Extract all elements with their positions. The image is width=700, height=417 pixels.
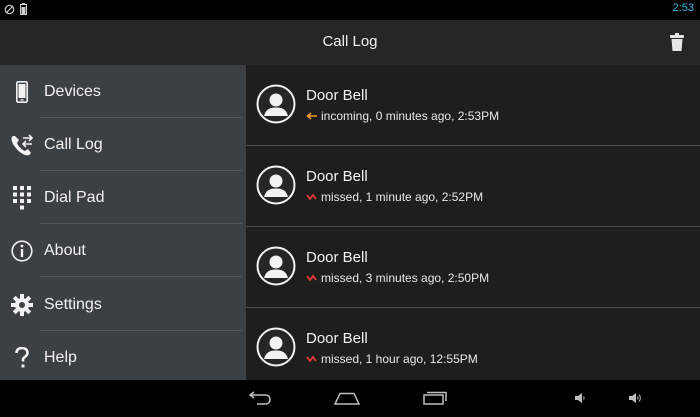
status-clock: 2:53: [672, 2, 694, 14]
drawer-item-label: Devices: [44, 82, 101, 100]
sync-icon: [4, 4, 15, 14]
gear-icon: [11, 293, 33, 316]
battery-icon: [20, 3, 27, 15]
call-log-row[interactable]: Door Bell missed, 1 minute ago, 2:52PM: [246, 146, 700, 227]
missed-call-icon: [306, 355, 317, 363]
back-button[interactable]: [244, 386, 276, 410]
drawer-item-devices[interactable]: Devices: [0, 65, 246, 118]
drawer-item-label: About: [44, 241, 86, 259]
recents-button[interactable]: [421, 386, 449, 410]
missed-call-icon: [306, 274, 317, 282]
call-detail-text: missed, 1 minute ago, 2:52PM: [321, 190, 484, 204]
drawer-item-about[interactable]: About: [0, 224, 246, 277]
status-icons: [4, 3, 27, 15]
trash-icon[interactable]: [670, 33, 684, 51]
caller-name: Door Bell: [306, 330, 368, 347]
volume-up-button[interactable]: [626, 386, 644, 410]
call-detail: missed, 1 minute ago, 2:52PM: [306, 190, 483, 204]
divider: [40, 276, 242, 277]
volume-down-icon: [575, 393, 585, 403]
call-log-row[interactable]: Door Bell missed, 1 hour ago, 12:55PM: [246, 308, 700, 380]
call-detail-text: incoming, 0 minutes ago, 2:53PM: [321, 109, 500, 123]
drawer-item-settings[interactable]: Settings: [0, 278, 246, 331]
missed-call-icon: [306, 193, 317, 201]
home-icon: [334, 392, 360, 405]
system-nav-bar: [0, 380, 700, 417]
drawer-item-label: Dial Pad: [44, 188, 105, 206]
drawer-item-label: Call Log: [44, 135, 103, 153]
avatar-icon: [256, 165, 296, 205]
call-detail: missed, 1 hour ago, 12:55PM: [306, 352, 478, 366]
avatar-icon: [256, 327, 296, 367]
caller-name: Door Bell: [306, 168, 368, 185]
question-icon: [15, 346, 29, 367]
home-button[interactable]: [332, 386, 362, 410]
action-bar: Call Log: [0, 20, 700, 65]
avatar-icon: [256, 246, 296, 286]
caller-name: Door Bell: [306, 249, 368, 266]
call-log-row[interactable]: Door Bell missed, 3 minutes ago, 2:50PM: [246, 227, 700, 308]
drawer-item-help[interactable]: Help: [0, 331, 246, 384]
info-icon: [11, 239, 33, 262]
call-detail: missed, 3 minutes ago, 2:50PM: [306, 271, 489, 285]
dial-pad-icon: [13, 185, 31, 209]
call-log-row[interactable]: Door Bell incoming, 0 minutes ago, 2:53P…: [246, 65, 700, 146]
drawer-item-label: Settings: [44, 295, 102, 313]
drawer-item-label: Help: [44, 348, 77, 366]
volume-down-button[interactable]: [572, 386, 588, 410]
call-log-icon: [11, 133, 34, 155]
recents-icon: [423, 391, 447, 405]
drawer-item-dial-pad[interactable]: Dial Pad: [0, 171, 246, 224]
page-title: Call Log: [322, 33, 378, 50]
call-detail: incoming, 0 minutes ago, 2:53PM: [306, 109, 499, 123]
call-log-list: Door Bell incoming, 0 minutes ago, 2:53P…: [246, 65, 700, 380]
navigation-drawer: Devices Call Log Dial Pad About Settings…: [0, 65, 246, 380]
call-detail-text: missed, 3 minutes ago, 2:50PM: [321, 271, 490, 285]
caller-name: Door Bell: [306, 87, 368, 104]
phone-device-icon: [16, 80, 28, 103]
status-bar: 2:53: [0, 0, 700, 20]
drawer-item-call-log[interactable]: Call Log: [0, 118, 246, 171]
avatar-icon: [256, 84, 296, 124]
incoming-arrow-icon: [306, 112, 317, 120]
back-icon: [248, 391, 271, 405]
call-detail-text: missed, 1 hour ago, 12:55PM: [321, 352, 478, 366]
volume-up-icon: [629, 393, 641, 403]
